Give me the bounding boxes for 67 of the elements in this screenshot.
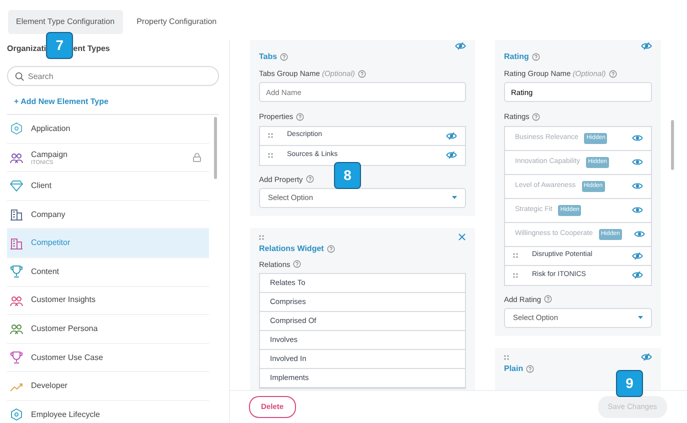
help-icon bbox=[532, 53, 540, 61]
sidebar-item[interactable]: Customer Persona bbox=[7, 315, 209, 344]
item-label: Content bbox=[31, 266, 60, 276]
drag-handle-icon[interactable] bbox=[259, 234, 264, 240]
sidebar-item[interactable]: Customer Use Case bbox=[7, 344, 209, 372]
eye-slash-icon[interactable] bbox=[446, 151, 457, 159]
item-label: Customer Persona bbox=[31, 324, 98, 333]
help-icon bbox=[306, 175, 314, 184]
item-label: Application bbox=[31, 124, 70, 133]
help-icon bbox=[358, 70, 366, 78]
eye-slash-icon[interactable] bbox=[641, 353, 652, 362]
callout-marker: 9 bbox=[616, 370, 643, 397]
callout-marker: 7 bbox=[46, 32, 74, 58]
sidebar-item[interactable]: Developer bbox=[7, 372, 209, 401]
sidebar-item[interactable]: Customer Insights bbox=[7, 286, 209, 316]
eye-icon[interactable] bbox=[634, 230, 645, 238]
tab[interactable]: Property Configuration bbox=[128, 10, 225, 34]
eye-icon[interactable] bbox=[632, 134, 643, 142]
widget-title: Plain bbox=[504, 362, 524, 375]
help-icon bbox=[280, 53, 288, 61]
item-label: Employee Lifecycle bbox=[31, 410, 100, 419]
sidebar-item[interactable]: Employee Lifecycle bbox=[7, 400, 209, 423]
widget-title: Rating bbox=[504, 51, 529, 63]
item-label: Developer bbox=[31, 381, 68, 390]
item-label: Client bbox=[31, 180, 52, 190]
help-icon bbox=[532, 112, 540, 121]
sidebar-item[interactable]: Client bbox=[7, 172, 209, 201]
eye-slash-icon[interactable] bbox=[632, 271, 643, 279]
drag-handle-icon[interactable] bbox=[268, 133, 273, 138]
tab[interactable]: Element Type Configuration bbox=[8, 10, 123, 34]
drag-handle-icon[interactable] bbox=[513, 272, 518, 278]
drag-handle-icon[interactable] bbox=[268, 152, 273, 158]
eye-icon[interactable] bbox=[632, 206, 643, 214]
sidebar-item[interactable]: Content bbox=[7, 258, 209, 287]
section-title: Organizati bbox=[7, 43, 46, 55]
item-label: Customer Use Case bbox=[31, 352, 104, 362]
eye-slash-icon[interactable] bbox=[641, 42, 652, 50]
eye-icon[interactable] bbox=[632, 182, 643, 190]
widget-title: Relations Widget bbox=[259, 242, 324, 255]
help-icon bbox=[296, 112, 304, 121]
section-title: ent Types bbox=[73, 43, 110, 55]
eye-slash-icon[interactable] bbox=[455, 42, 466, 50]
help-icon bbox=[526, 364, 534, 373]
help-icon bbox=[293, 260, 302, 268]
drag-handle-icon[interactable] bbox=[504, 354, 509, 360]
eye-icon[interactable] bbox=[632, 158, 643, 166]
scrollbar[interactable] bbox=[671, 120, 674, 170]
search-field[interactable]: Search bbox=[7, 66, 219, 86]
item-label: Competitor bbox=[31, 238, 70, 248]
eye-slash-icon[interactable] bbox=[446, 132, 457, 140]
caret-icon bbox=[452, 196, 457, 200]
eye-slash-icon[interactable] bbox=[632, 252, 643, 260]
item-label: Company bbox=[31, 210, 66, 219]
caret-icon bbox=[638, 316, 643, 320]
help-icon bbox=[544, 295, 552, 304]
widget-title: Tabs bbox=[259, 51, 278, 63]
callout-marker: 8 bbox=[334, 162, 361, 189]
item-label: Customer Insights bbox=[31, 295, 96, 304]
drag-handle-icon[interactable] bbox=[513, 253, 518, 258]
close-icon[interactable] bbox=[458, 233, 466, 242]
scrollbar[interactable] bbox=[214, 117, 217, 179]
sidebar-item[interactable]: Application bbox=[7, 115, 209, 144]
add-element-type-link[interactable]: + Add New Element Type bbox=[14, 96, 108, 108]
search-icon bbox=[15, 72, 24, 81]
item-label: Campaign bbox=[31, 150, 68, 159]
help-icon bbox=[326, 244, 335, 253]
help-icon bbox=[608, 70, 617, 78]
